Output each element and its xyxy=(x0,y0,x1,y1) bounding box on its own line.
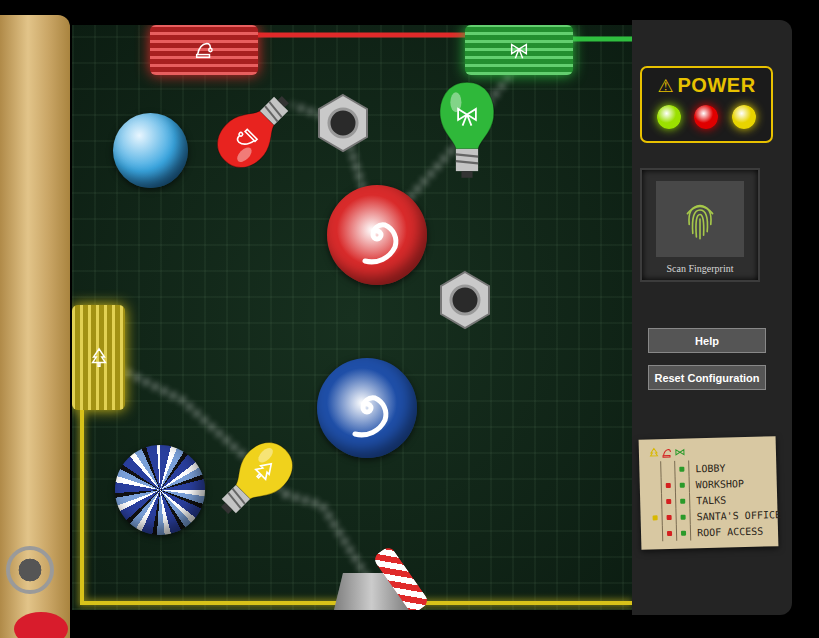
hat-icon xyxy=(660,447,672,459)
note-dot xyxy=(667,514,672,519)
tree-icon xyxy=(647,447,659,459)
bulb[interactable] xyxy=(432,80,502,180)
keyring[interactable] xyxy=(4,546,64,638)
swirl-icon xyxy=(317,358,417,458)
tree-icon xyxy=(88,347,110,369)
power-light xyxy=(732,105,756,129)
nut[interactable] xyxy=(313,93,373,153)
hat-icon xyxy=(193,39,215,61)
power-light xyxy=(694,105,718,129)
panel-button[interactable]: Reset Configuration xyxy=(648,365,766,390)
note-row: WORKSHOP xyxy=(648,474,773,493)
power-label: POWER xyxy=(678,74,756,97)
note-dot xyxy=(681,530,686,535)
bulb-icon xyxy=(198,73,311,186)
note-dot xyxy=(666,482,671,487)
note-dot xyxy=(680,498,685,503)
control-panel: ⚠ POWER Scan Fingerprint Help Reset Configur… xyxy=(632,20,792,615)
inventory-panel xyxy=(0,15,70,638)
bulb-icon xyxy=(432,80,502,180)
note-dot xyxy=(681,514,686,519)
socket[interactable] xyxy=(465,25,573,75)
portal[interactable] xyxy=(317,358,417,458)
marble[interactable] xyxy=(113,113,188,188)
note-dot xyxy=(680,482,685,487)
green-wire xyxy=(572,37,632,42)
swirl-icon xyxy=(327,185,427,285)
circuit-board xyxy=(72,25,632,610)
scan-label: Scan Fingerprint xyxy=(667,263,734,274)
striped-marble[interactable] xyxy=(115,445,205,535)
note-row: LOBBY xyxy=(647,458,772,477)
bow-icon xyxy=(508,39,530,61)
note-dot xyxy=(667,530,672,535)
bow-icon xyxy=(673,447,685,459)
location-note: LOBBYWORKSHOPTALKSSANTA'S OFFICEROOF ACC… xyxy=(639,436,779,550)
bulb-icon xyxy=(198,423,311,536)
panel-button[interactable]: Help xyxy=(648,328,766,353)
socket[interactable] xyxy=(150,25,258,75)
fingerprint-icon xyxy=(682,197,718,241)
socket[interactable] xyxy=(72,305,125,410)
nut-icon xyxy=(435,270,495,330)
nut-icon xyxy=(313,93,373,153)
note-row: SANTA'S OFFICE xyxy=(648,506,773,525)
red-wire xyxy=(258,33,465,38)
warning-icon: ⚠ xyxy=(657,77,673,95)
note-dot xyxy=(666,498,671,503)
nut[interactable] xyxy=(435,270,495,330)
note-row: TALKS xyxy=(648,490,773,509)
power-indicator: ⚠ POWER xyxy=(640,66,773,143)
light-beams xyxy=(112,39,572,585)
bulb[interactable] xyxy=(198,423,311,536)
note-dot xyxy=(653,515,658,520)
game-screen: ⚠ POWER Scan Fingerprint Help Reset Configur… xyxy=(0,0,819,638)
note-row: ROOF ACCESS xyxy=(649,522,774,541)
fingerprint-scanner[interactable]: Scan Fingerprint xyxy=(640,168,760,282)
portal[interactable] xyxy=(327,185,427,285)
bulb[interactable] xyxy=(198,73,311,186)
note-dot xyxy=(679,466,684,471)
power-light xyxy=(657,105,681,129)
